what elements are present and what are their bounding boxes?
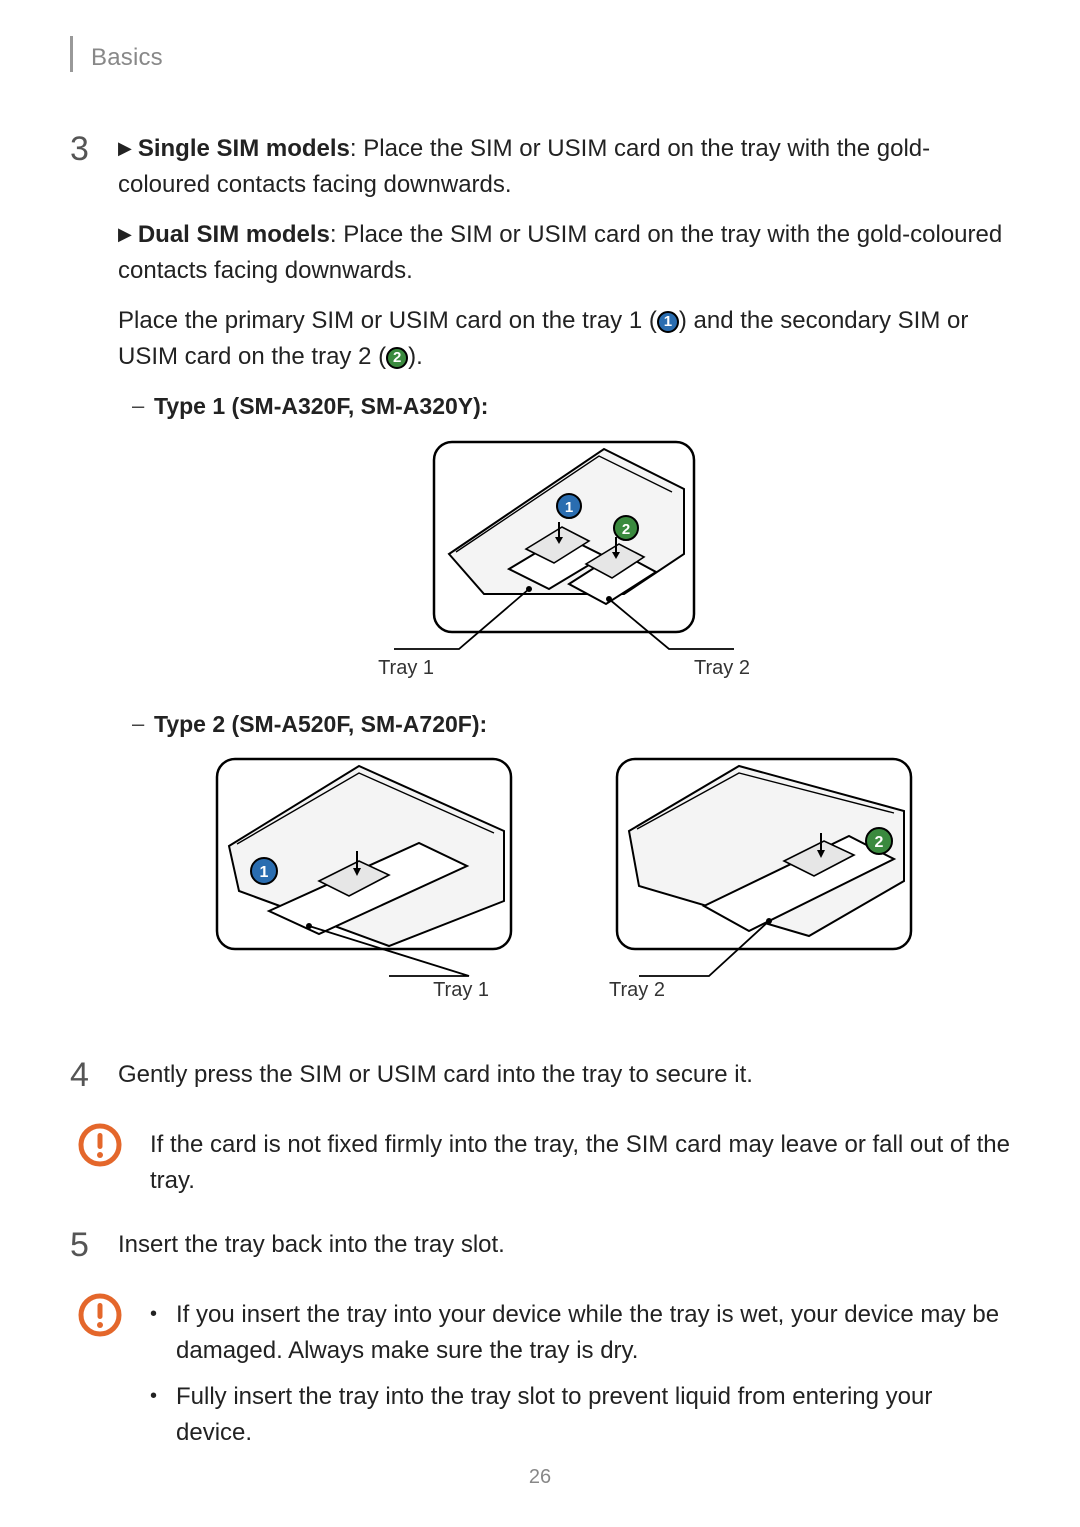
tray1-label: Tray 1	[209, 975, 519, 1005]
single-sim-bold: Single SIM models	[138, 135, 350, 162]
page-number: 26	[0, 1466, 1080, 1489]
step-body: Gently press the SIM or USIM card into t…	[118, 1057, 1010, 1107]
type2-label: Type 2 (SM-A520F, SM-A720F):	[154, 707, 487, 742]
step-body: ▶Single SIM models: Place the SIM or USI…	[118, 131, 1010, 1045]
caution-step5: • If you insert the tray into your devic…	[70, 1293, 1010, 1461]
svg-text:2: 2	[622, 521, 630, 538]
list-item: • Fully insert the tray into the tray sl…	[150, 1379, 1010, 1451]
place-text: Place the primary SIM or USIM card on th…	[118, 303, 1010, 375]
page-header: Basics	[70, 40, 1010, 76]
type1-heading: – Type 1 (SM-A320F, SM-A320Y):	[132, 389, 1010, 424]
step-number: 3	[70, 131, 118, 1045]
figure-type1: 1 2 Tray 1 Tray 2	[118, 434, 1010, 683]
sim-diagram-type2-left-icon: 1	[209, 751, 519, 981]
step5-text: Insert the tray back into the tray slot.	[118, 1227, 1010, 1263]
caution-text: If the card is not fixed firmly into the…	[150, 1123, 1010, 1199]
figure-type2-labels: Tray 1 Tray 2	[118, 975, 1010, 1005]
dash-icon: –	[132, 707, 154, 742]
caution-step4: If the card is not fixed firmly into the…	[70, 1123, 1010, 1199]
caution-icon	[78, 1123, 122, 1167]
step-5: 5 Insert the tray back into the tray slo…	[70, 1227, 1010, 1277]
step-4: 4 Gently press the SIM or USIM card into…	[70, 1057, 1010, 1107]
triangle-icon: ▶	[118, 135, 132, 162]
bullet-icon: •	[150, 1379, 176, 1451]
section-title: Basics	[91, 44, 163, 72]
step-body: Insert the tray back into the tray slot.	[118, 1227, 1010, 1277]
caution-item-text: If you insert the tray into your device …	[176, 1297, 1010, 1369]
svg-text:1: 1	[565, 499, 573, 516]
dual-sim-line: ▶Dual SIM models: Place the SIM or USIM …	[118, 217, 1010, 289]
bullet-icon: •	[150, 1297, 176, 1369]
place-text-a: Place the primary SIM or USIM card on th…	[118, 307, 657, 334]
single-sim-line: ▶Single SIM models: Place the SIM or USI…	[118, 131, 1010, 203]
step4-text: Gently press the SIM or USIM card into t…	[118, 1057, 1010, 1093]
caution-list-wrap: • If you insert the tray into your devic…	[150, 1293, 1010, 1461]
step-number: 5	[70, 1227, 118, 1277]
tray2-label: Tray 2	[609, 975, 919, 1005]
dash-icon: –	[132, 389, 154, 424]
badge-1-icon: 1	[657, 311, 679, 333]
place-text-c: ).	[408, 343, 423, 370]
triangle-icon: ▶	[118, 221, 132, 248]
dual-sim-bold: Dual SIM models	[138, 221, 330, 248]
sim-diagram-type2-right-icon: 2	[609, 751, 919, 981]
caution-list: • If you insert the tray into your devic…	[150, 1297, 1010, 1451]
type1-label: Type 1 (SM-A320F, SM-A320Y):	[154, 389, 488, 424]
caution-icon	[78, 1293, 122, 1337]
header-rule	[70, 36, 73, 72]
figure-type2: 1 2	[118, 751, 1010, 981]
caution-item-text: Fully insert the tray into the tray slot…	[176, 1379, 1010, 1451]
svg-text:1: 1	[260, 864, 269, 881]
list-item: • If you insert the tray into your devic…	[150, 1297, 1010, 1369]
tray1-label: Tray 1	[378, 653, 434, 683]
badge-2-icon: 2	[386, 347, 408, 369]
step-3: 3 ▶Single SIM models: Place the SIM or U…	[70, 131, 1010, 1045]
step-number: 4	[70, 1057, 118, 1107]
sim-diagram-type1-icon: 1 2	[394, 434, 734, 664]
svg-text:2: 2	[875, 834, 884, 851]
type2-heading: – Type 2 (SM-A520F, SM-A720F):	[132, 707, 1010, 742]
tray2-label: Tray 2	[694, 653, 750, 683]
